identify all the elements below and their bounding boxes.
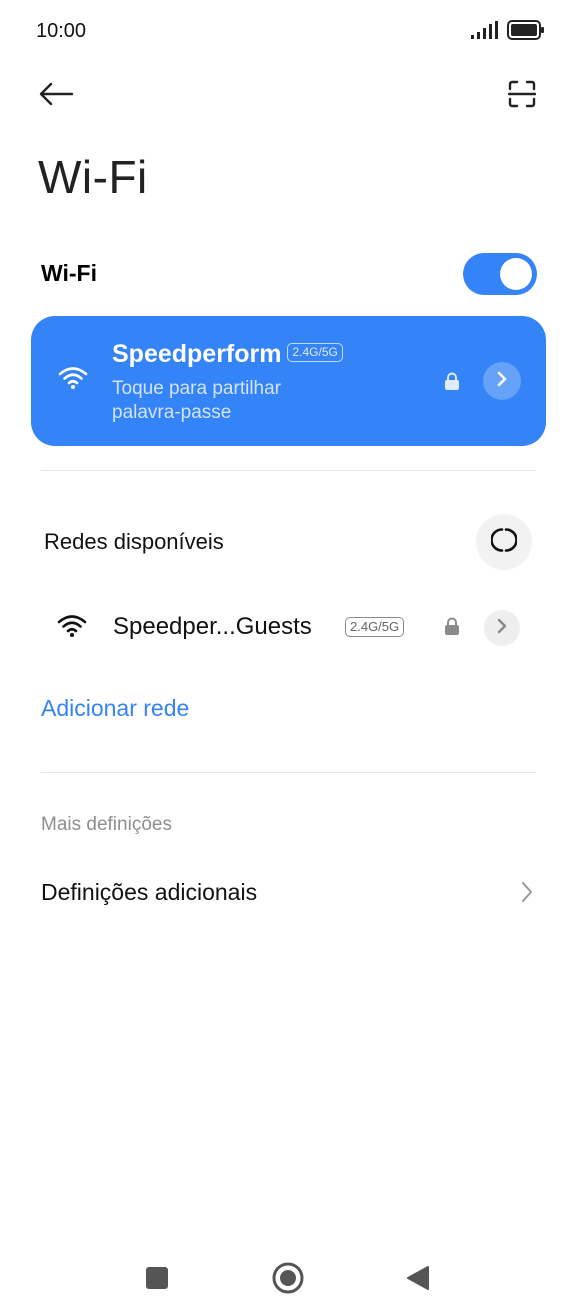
- available-networks-heading: Redes disponíveis: [44, 529, 224, 554]
- chevron-right-icon: [496, 618, 508, 639]
- connected-ssid: Speedperform 2.4G/5G: [112, 340, 343, 369]
- band-badge: 2.4G/5G: [345, 617, 405, 637]
- add-network-link[interactable]: Adicionar rede: [41, 695, 189, 722]
- network-details-button[interactable]: [484, 610, 520, 646]
- signal-bars-icon: [471, 21, 499, 44]
- wifi-signal-icon: [58, 366, 88, 395]
- band-badge: 2.4G/5G: [287, 342, 343, 362]
- battery-full-icon: [507, 20, 545, 45]
- chevron-right-icon: [520, 880, 534, 909]
- additional-settings-label: Definições adicionais: [41, 879, 258, 905]
- status-icons: [471, 20, 545, 45]
- divider: [41, 772, 536, 773]
- back-button[interactable]: [38, 78, 78, 114]
- wifi-toggle[interactable]: [463, 253, 537, 295]
- toggle-knob: [500, 258, 532, 290]
- status-time: 10:00: [36, 20, 87, 42]
- share-password-hint: Toque para partilhar palavra-passe: [112, 378, 281, 423]
- home-button[interactable]: [272, 1262, 304, 1299]
- refresh-icon: [490, 527, 518, 558]
- divider: [41, 470, 536, 471]
- wifi-signal-icon: [57, 614, 87, 643]
- recents-button[interactable]: [146, 1267, 168, 1289]
- wifi-toggle-label: Wi-Fi: [41, 260, 97, 286]
- nav-back-button[interactable]: [406, 1265, 430, 1296]
- network-details-button[interactable]: [483, 362, 521, 400]
- lock-icon: [444, 617, 460, 640]
- refresh-button[interactable]: [476, 514, 532, 570]
- connected-network-card[interactable]: Speedperform 2.4G/5G Toque para partilhar…: [31, 316, 546, 446]
- wifi-settings-screen: 10:00 Wi-Fi Wi-Fi Speedperform 2.4G/5G T…: [0, 0, 577, 1316]
- more-settings-label: Mais definições: [41, 814, 172, 835]
- chevron-right-icon: [496, 371, 508, 392]
- connected-ssid-text: Speedperform: [112, 340, 282, 368]
- qr-scan-icon: [507, 80, 537, 113]
- arrow-left-icon: [38, 82, 74, 111]
- page-title: Wi-Fi: [38, 151, 148, 203]
- circle-home-icon: [272, 1262, 304, 1298]
- additional-settings-row[interactable]: Definições adicionais: [0, 870, 577, 916]
- network-list-item[interactable]: Speedper...Guests 2.4G/5G: [0, 600, 577, 656]
- qr-scan-button[interactable]: [505, 78, 539, 114]
- triangle-back-icon: [406, 1266, 430, 1295]
- lock-icon: [444, 372, 460, 395]
- network-ssid: Speedper...Guests: [113, 613, 312, 640]
